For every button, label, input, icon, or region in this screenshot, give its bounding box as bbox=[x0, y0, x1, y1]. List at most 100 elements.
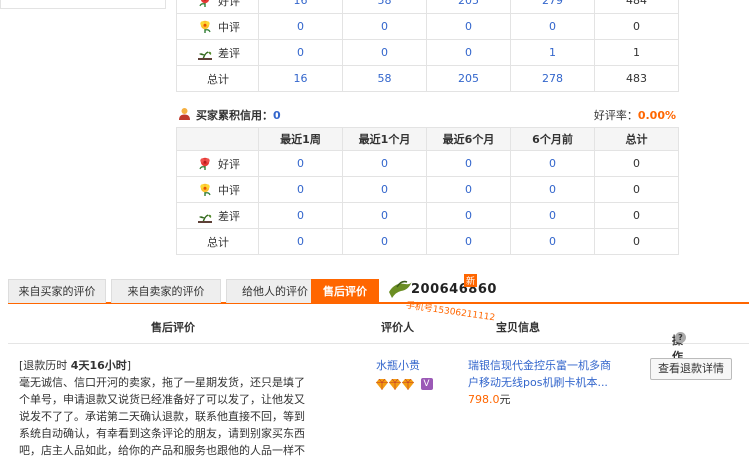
buyer-stat-cell[interactable]: 0 bbox=[426, 228, 511, 255]
seller-stat-cell[interactable]: 0 bbox=[510, 13, 595, 40]
seller-row-label: 中评 bbox=[176, 13, 259, 40]
buyer-stat-cell[interactable]: 0 bbox=[342, 202, 427, 229]
diamond-icon bbox=[389, 378, 401, 390]
seller-stat-cell[interactable]: 0 bbox=[342, 13, 427, 40]
buyer-stat-cell[interactable]: 0 bbox=[342, 228, 427, 255]
tab-from-buyers[interactable]: 来自买家的评价 bbox=[8, 279, 106, 303]
buyer-stat-cell[interactable]: 0 bbox=[510, 228, 595, 255]
seller-stat-cell[interactable]: 1 bbox=[510, 39, 595, 66]
buyer-stat-cell[interactable]: 0 bbox=[342, 176, 427, 203]
column-header: 最近1个月 bbox=[342, 127, 427, 151]
item-price: 798.0元 bbox=[468, 393, 511, 406]
table-row: 中评 0 0 0 0 0 bbox=[176, 13, 679, 40]
tab-from-sellers[interactable]: 来自卖家的评价 bbox=[111, 279, 221, 303]
seller-stat-cell[interactable]: 58 bbox=[342, 65, 427, 92]
yellow-flower-icon bbox=[197, 183, 213, 197]
table-row: 好评 0 0 0 0 0 bbox=[176, 150, 679, 177]
buyer-stat-cell[interactable]: 0 bbox=[510, 202, 595, 229]
table-row: 总计 16 58 205 278 483 bbox=[176, 65, 679, 92]
buyer-stat-cell[interactable]: 0 bbox=[510, 150, 595, 177]
buyer-row-label: 中评 bbox=[176, 176, 259, 203]
positive-rate-value: 0.00% bbox=[637, 109, 676, 122]
column-header: 6个月前 bbox=[510, 127, 595, 151]
list-header: 售后评价 评价人 宝贝信息 操作? bbox=[8, 306, 749, 363]
column-header bbox=[176, 127, 259, 151]
col-review-header: 售后评价 bbox=[151, 321, 195, 334]
seller-stat-cell[interactable]: 58 bbox=[342, 0, 427, 14]
red-flower-icon bbox=[197, 157, 213, 171]
tab-given-to-others[interactable]: 给他人的评价 bbox=[226, 279, 324, 303]
buyer-rating-table: 最近1周 最近1个月 最近6个月 6个月前 总计 好评 0 0 0 0 0 中评 0 0 0 0 0 差评 0 0 0… bbox=[176, 127, 679, 255]
buyer-stat-cell[interactable]: 0 bbox=[342, 150, 427, 177]
table-row: 差评 0 0 0 0 0 bbox=[176, 202, 679, 229]
seller-row-label: 差评 bbox=[176, 39, 259, 66]
buyer-stat-cell[interactable]: 0 bbox=[510, 176, 595, 203]
buyer-credit-value: 0 bbox=[273, 109, 281, 122]
wilted-plant-icon bbox=[197, 209, 213, 223]
buyer-stat-cell[interactable]: 0 bbox=[426, 176, 511, 203]
refund-duration: 4天16小时 bbox=[70, 359, 127, 372]
buyer-stat-cell[interactable]: 0 bbox=[426, 150, 511, 177]
reviewer-badges: V bbox=[376, 377, 433, 391]
table-row: 差评 0 0 0 1 1 bbox=[176, 39, 679, 66]
vip-badge-icon[interactable]: V bbox=[420, 378, 433, 390]
buyer-credit-label: 买家累积信用：0 bbox=[196, 109, 281, 122]
review-content: 毫无诚信、信口开河的卖家，拖了一星期发货，还只是填了个单号，申请退款又说货已经准… bbox=[19, 376, 305, 457]
buyer-stat-cell: 0 bbox=[594, 228, 679, 255]
column-header: 最近1周 bbox=[258, 127, 343, 151]
seller-stat-cell: 484 bbox=[594, 0, 679, 14]
buyer-credit-row: 买家累积信用：0 好评率：0.00% bbox=[176, 106, 676, 122]
reviewer-name-link[interactable]: 水瓶小贵 bbox=[376, 357, 433, 373]
seller-row-label: 好评 bbox=[176, 0, 259, 14]
buyer-stat-cell[interactable]: 0 bbox=[258, 228, 343, 255]
review-text: [退款历时 4天16小时] 毫无诚信、信口开河的卖家，拖了一星期发货，还只是填了… bbox=[19, 357, 309, 459]
col-item-header: 宝贝信息 bbox=[496, 321, 540, 334]
seller-stat-cell[interactable]: 279 bbox=[510, 0, 595, 14]
seller-stat-cell[interactable]: 0 bbox=[342, 39, 427, 66]
seller-stat-cell[interactable]: 205 bbox=[426, 65, 511, 92]
help-icon[interactable]: ? bbox=[675, 332, 686, 343]
col-reviewer-header: 评价人 bbox=[381, 321, 414, 334]
item-info: 瑞银信现代金控乐富一机多商户移动无线pos机刷卡机本... 798.0元 bbox=[468, 357, 618, 408]
wilted-plant-icon bbox=[197, 46, 213, 60]
seller-rating-table: 好评 16 58 205 279 484 中评 0 0 0 0 0 差评 0 0 0 1 1 总计 16 58 205 27… bbox=[176, 0, 679, 92]
table-row: 中评 0 0 0 0 0 bbox=[176, 176, 679, 203]
item-title-link[interactable]: 瑞银信现代金控乐富一机多商户移动无线pos机刷卡机本... bbox=[468, 357, 618, 391]
buyer-stat-cell[interactable]: 0 bbox=[426, 202, 511, 229]
buyer-row-label: 好评 bbox=[176, 150, 259, 177]
seller-stat-cell: 1 bbox=[594, 39, 679, 66]
seller-stat-cell: 0 bbox=[594, 13, 679, 40]
buyer-row-label: 差评 bbox=[176, 202, 259, 229]
buyer-stat-cell: 0 bbox=[594, 176, 679, 203]
view-refund-details-button[interactable]: 查看退款详情 bbox=[650, 358, 732, 380]
diamond-icon bbox=[402, 378, 414, 390]
buyer-stat-cell[interactable]: 0 bbox=[258, 150, 343, 177]
seller-stat-cell[interactable]: 0 bbox=[258, 39, 343, 66]
left-panel bbox=[0, 0, 166, 9]
seller-stat-cell[interactable]: 278 bbox=[510, 65, 595, 92]
diamond-icon bbox=[376, 378, 388, 390]
table-row: 总计 0 0 0 0 0 bbox=[176, 228, 679, 255]
buyer-stat-cell: 0 bbox=[594, 202, 679, 229]
column-header: 总计 bbox=[594, 127, 679, 151]
red-flower-icon bbox=[197, 0, 213, 8]
seller-stat-cell[interactable]: 16 bbox=[258, 0, 343, 14]
buyer-stat-cell: 0 bbox=[594, 150, 679, 177]
yellow-flower-icon bbox=[197, 20, 213, 34]
seller-stat-cell[interactable]: 0 bbox=[258, 13, 343, 40]
tab-after-sale[interactable]: 售后评价 bbox=[311, 279, 379, 304]
review-tabs: 来自买家的评价 来自卖家的评价 给他人的评价 售后评价 bbox=[8, 279, 749, 304]
seller-stat-cell[interactable]: 205 bbox=[426, 0, 511, 14]
positive-rate: 好评率：0.00% bbox=[593, 109, 676, 122]
table-row: 好评 16 58 205 279 484 bbox=[176, 0, 679, 14]
buyer-row-label: 总计 bbox=[176, 228, 259, 255]
seller-stat-cell[interactable]: 0 bbox=[426, 39, 511, 66]
buyer-stat-cell[interactable]: 0 bbox=[258, 176, 343, 203]
seller-stat-cell[interactable]: 16 bbox=[258, 65, 343, 92]
buyer-avatar-icon bbox=[179, 108, 190, 120]
seller-row-label: 总计 bbox=[176, 65, 259, 92]
seller-stat-cell[interactable]: 0 bbox=[426, 13, 511, 40]
column-header: 最近6个月 bbox=[426, 127, 511, 151]
buyer-stat-cell[interactable]: 0 bbox=[258, 202, 343, 229]
reviewer-info: 水瓶小贵 V bbox=[376, 357, 433, 391]
